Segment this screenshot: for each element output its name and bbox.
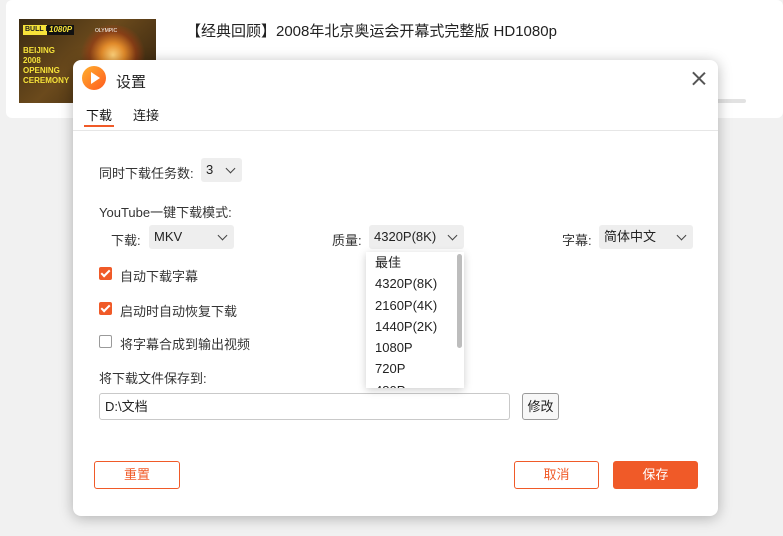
thumbnail-caption: BEIJING 2008 OPENING CEREMONY <box>23 46 70 85</box>
concurrent-tasks-label: 同时下载任务数: <box>99 166 194 181</box>
chevron-down-icon <box>217 230 228 241</box>
download-format-select[interactable]: MKV <box>149 225 234 249</box>
chevron-down-icon <box>447 230 458 241</box>
quality-option[interactable]: 720P <box>366 358 464 379</box>
chevron-down-icon <box>676 230 687 241</box>
save-path-field[interactable]: D:\文档 <box>99 393 510 420</box>
tab-connection[interactable]: 连接 <box>133 105 159 124</box>
quality-option[interactable]: 最佳 <box>366 252 464 273</box>
video-title: 【经典回顾】2008年北京奥运会开幕式完整版 HD1080p <box>186 23 557 40</box>
youtube-mode-label: YouTube一键下载模式: <box>99 205 232 220</box>
dialog-title: 设置 <box>116 74 147 91</box>
quality-option[interactable]: 1080P <box>366 337 464 358</box>
app-logo-icon <box>82 66 106 90</box>
subtitle-value: 简体中文 <box>604 229 657 244</box>
download-format-label: 下载: <box>111 233 141 248</box>
chevron-down-icon <box>225 163 236 174</box>
tabs-divider <box>73 130 718 131</box>
cancel-button[interactable]: 取消 <box>514 461 599 489</box>
concurrent-tasks-select[interactable]: 3 <box>201 158 242 182</box>
modify-path-button[interactable]: 修改 <box>522 393 559 420</box>
active-tab-indicator <box>84 125 114 127</box>
save-to-label: 将下载文件保存到: <box>99 371 207 386</box>
close-icon[interactable] <box>691 70 707 86</box>
save-button[interactable]: 保存 <box>613 461 698 489</box>
concurrent-tasks-value: 3 <box>206 162 214 177</box>
reset-button[interactable]: 重置 <box>94 461 180 489</box>
auto-download-subtitle-checkbox[interactable] <box>99 267 112 280</box>
quality-value: 4320P(8K) <box>374 229 437 244</box>
merge-subtitle-checkbox[interactable] <box>99 335 112 348</box>
thumbnail-badge-1080p: 1080P <box>47 25 75 35</box>
merge-subtitle-label: 将字幕合成到输出视频 <box>120 337 251 352</box>
quality-option[interactable]: 2160P(4K) <box>366 295 464 316</box>
subtitle-label: 字幕: <box>562 233 592 248</box>
auto-download-subtitle-label: 自动下载字幕 <box>120 269 199 284</box>
quality-option[interactable]: 1440P(2K) <box>366 316 464 337</box>
tab-download[interactable]: 下载 <box>86 105 112 124</box>
auto-resume-label: 启动时自动恢复下载 <box>120 304 238 319</box>
dropdown-scrollbar[interactable] <box>457 254 462 348</box>
download-format-value: MKV <box>154 229 183 244</box>
quality-label: 质量: <box>332 233 362 248</box>
quality-option[interactable]: 480P <box>366 380 464 388</box>
quality-dropdown-list[interactable]: 最佳 4320P(8K) 2160P(4K) 1440P(2K) 1080P 7… <box>366 252 464 388</box>
subtitle-select[interactable]: 简体中文 <box>599 225 693 249</box>
quality-select[interactable]: 4320P(8K) <box>369 225 464 249</box>
thumbnail-olympic-text: OLYMPIC <box>95 28 118 34</box>
auto-resume-checkbox[interactable] <box>99 302 112 315</box>
quality-option[interactable]: 4320P(8K) <box>366 273 464 294</box>
